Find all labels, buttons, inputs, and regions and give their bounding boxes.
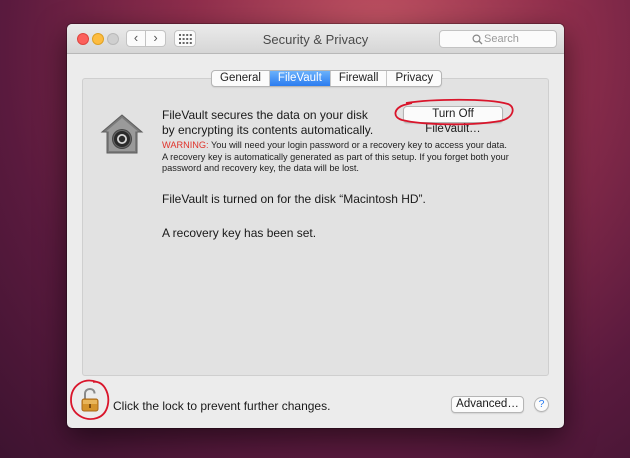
tab-firewall[interactable]: Firewall bbox=[331, 71, 388, 86]
annotation-ellipse bbox=[394, 98, 514, 126]
search-field[interactable] bbox=[439, 30, 557, 48]
tab-bar: General FileVault Firewall Privacy bbox=[211, 70, 443, 87]
preferences-window: ‹ › Security & Privacy General FileVault… bbox=[67, 24, 564, 428]
help-button[interactable]: ? bbox=[534, 397, 549, 412]
recovery-key-status: A recovery key has been set. bbox=[162, 226, 317, 240]
tab-privacy[interactable]: Privacy bbox=[387, 71, 441, 86]
warning-label: WARNING: bbox=[162, 140, 209, 150]
advanced-button[interactable]: Advanced… bbox=[451, 396, 524, 413]
warning-message: WARNING: You will need your login passwo… bbox=[162, 140, 512, 175]
filevault-status: FileVault is turned on for the disk “Mac… bbox=[162, 192, 426, 206]
lock-icon[interactable] bbox=[81, 388, 99, 412]
search-icon bbox=[472, 34, 483, 45]
warning-text: You will need your login password or a r… bbox=[162, 140, 509, 173]
search-input[interactable] bbox=[484, 32, 554, 46]
titlebar: ‹ › Security & Privacy bbox=[67, 24, 564, 54]
tab-filevault[interactable]: FileVault bbox=[269, 71, 331, 86]
filevault-icon bbox=[100, 114, 144, 154]
lock-message: Click the lock to prevent further change… bbox=[113, 399, 331, 413]
tab-general[interactable]: General bbox=[212, 71, 270, 86]
filevault-description: FileVault secures the data on your disk … bbox=[162, 108, 374, 137]
